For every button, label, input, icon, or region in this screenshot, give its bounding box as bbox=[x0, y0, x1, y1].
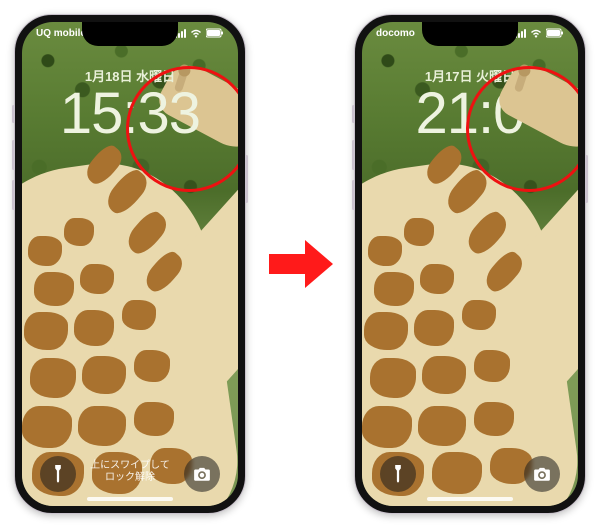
mute-switch bbox=[352, 105, 355, 123]
comparison-stage: UQ mobile 1月18日 水曜日 15:33 上にスワイプして ロック解除 bbox=[0, 0, 600, 527]
arrow-right-icon bbox=[265, 234, 335, 294]
wifi-icon bbox=[530, 28, 542, 38]
home-indicator[interactable] bbox=[427, 497, 513, 501]
carrier-label: docomo bbox=[376, 28, 415, 39]
status-right bbox=[515, 28, 564, 39]
flashlight-button[interactable] bbox=[40, 456, 76, 492]
camera-button[interactable] bbox=[524, 456, 560, 492]
notch bbox=[82, 22, 178, 46]
home-indicator[interactable] bbox=[87, 497, 173, 501]
lock-screen[interactable]: UQ mobile 1月18日 水曜日 15:33 上にスワイプして ロック解除 bbox=[22, 22, 238, 506]
flashlight-icon bbox=[391, 465, 405, 483]
camera-icon bbox=[533, 467, 551, 481]
volume-down-button bbox=[12, 180, 15, 210]
power-button bbox=[245, 155, 248, 203]
notch bbox=[422, 22, 518, 46]
lock-screen-time: 15:33 bbox=[22, 80, 238, 147]
camera-button[interactable] bbox=[184, 456, 220, 492]
lock-screen-bottom-bar bbox=[362, 456, 578, 492]
flashlight-icon bbox=[51, 465, 65, 483]
phone-left: UQ mobile 1月18日 水曜日 15:33 上にスワイプして ロック解除 bbox=[14, 14, 246, 514]
mute-switch bbox=[12, 105, 15, 123]
flashlight-button[interactable] bbox=[380, 456, 416, 492]
battery-icon bbox=[206, 28, 224, 38]
volume-down-button bbox=[352, 180, 355, 210]
swipe-hint: 上にスワイプして ロック解除 bbox=[90, 460, 170, 484]
status-right bbox=[175, 28, 224, 39]
camera-icon bbox=[193, 467, 211, 481]
volume-up-button bbox=[352, 140, 355, 170]
power-button bbox=[585, 155, 588, 203]
lock-screen[interactable]: docomo 1月17日 火曜日 21:0 bbox=[362, 22, 578, 506]
volume-up-button bbox=[12, 140, 15, 170]
battery-icon bbox=[546, 28, 564, 38]
phone-right: docomo 1月17日 火曜日 21:0 bbox=[354, 14, 586, 514]
carrier-label: UQ mobile bbox=[36, 28, 86, 39]
wifi-icon bbox=[190, 28, 202, 38]
